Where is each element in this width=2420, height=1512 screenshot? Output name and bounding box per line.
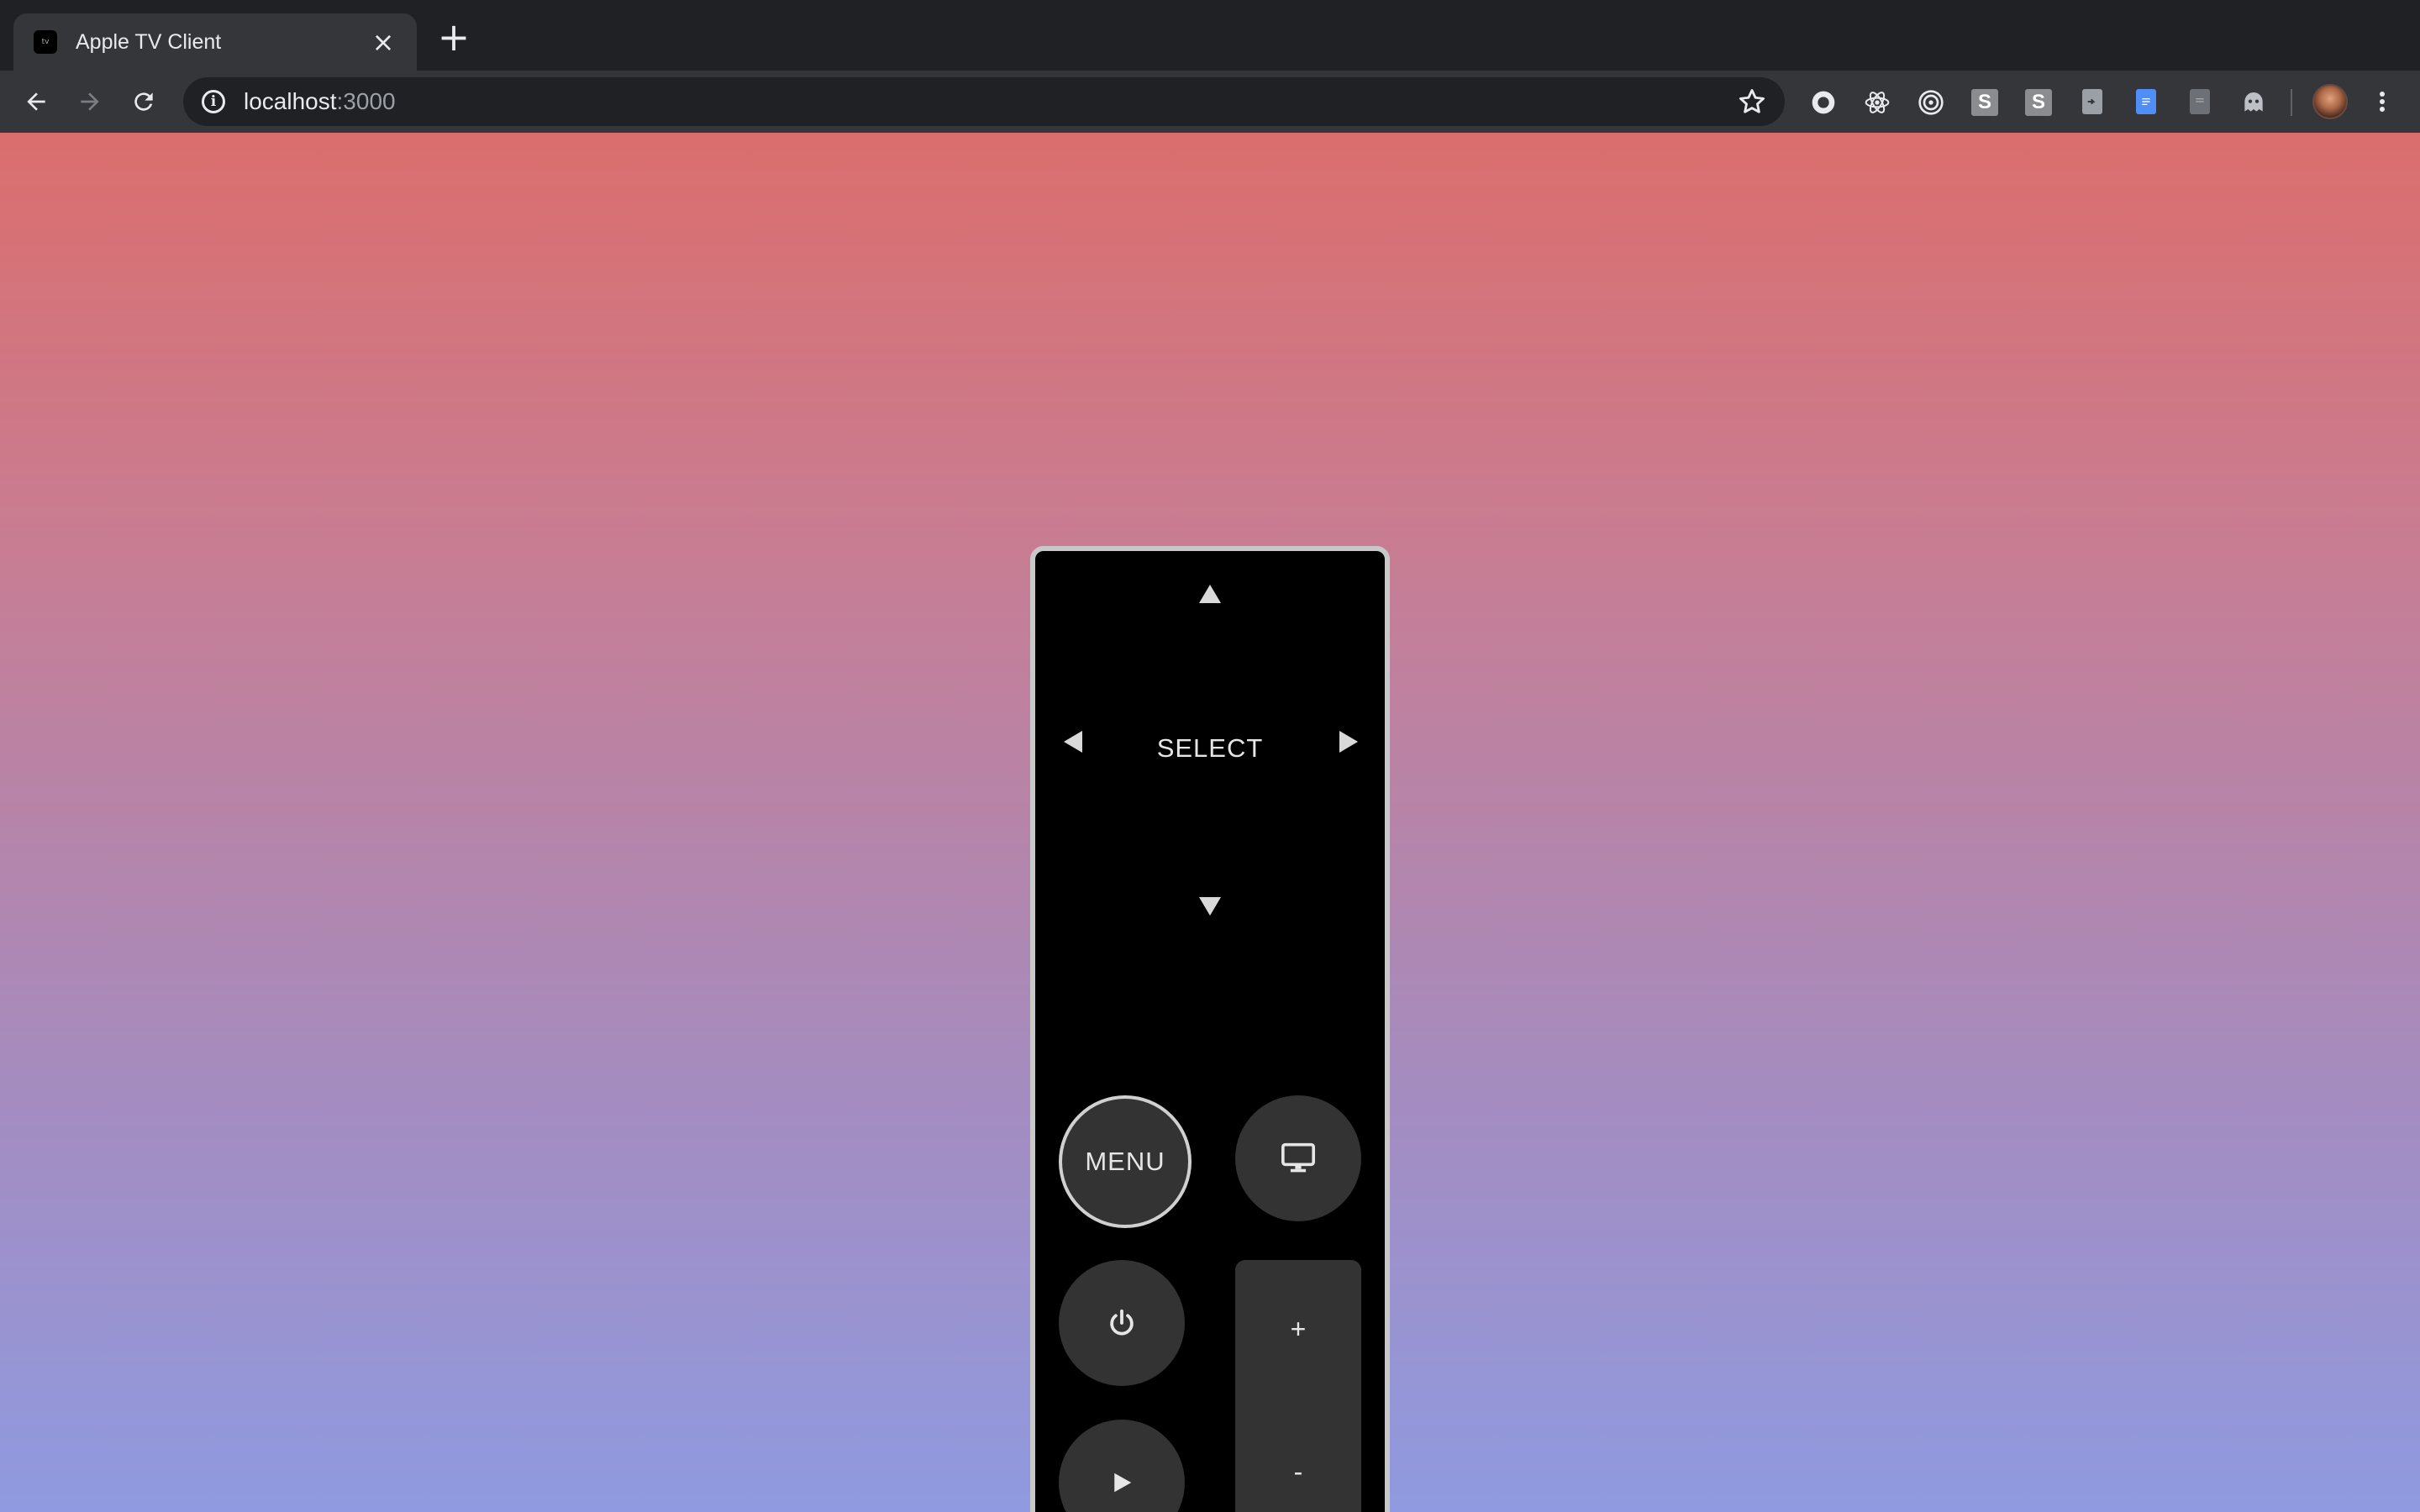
apple-tv-remote: SELECT MENU + - [1030, 546, 1390, 1512]
google-doc-icon[interactable] [2136, 89, 2156, 114]
back-button[interactable] [15, 81, 57, 123]
tv-button[interactable] [1235, 1095, 1361, 1221]
address-url: localhost:3000 [244, 88, 396, 115]
toolbar-separator [2291, 89, 2292, 116]
tab-apple-tv-client[interactable]: tv Apple TV Client × [13, 13, 417, 71]
document-icon[interactable] [2082, 89, 2102, 114]
power-icon [1110, 1309, 1134, 1336]
page-viewport: SELECT MENU + - [0, 133, 2420, 1512]
arrow-up-icon[interactable] [1199, 585, 1221, 603]
address-bar[interactable]: i localhost:3000 [183, 77, 1785, 126]
play-icon [1114, 1473, 1132, 1493]
extension-circle-icon[interactable] [1810, 89, 1837, 116]
extension-s-icon[interactable]: S [1971, 89, 1998, 116]
more-menu-icon[interactable] [2368, 87, 2396, 116]
browser-chrome: tv Apple TV Client × + i localhost:3000 [0, 0, 2420, 133]
address-port: :3000 [336, 88, 396, 114]
arrow-left-icon[interactable] [1064, 731, 1082, 753]
tab-strip: tv Apple TV Client × + [0, 0, 2420, 71]
volume-up-button[interactable]: + [1235, 1295, 1361, 1362]
target-icon[interactable] [1918, 89, 1944, 116]
tv-icon [1281, 1142, 1315, 1173]
arrow-right-icon[interactable] [1339, 731, 1358, 753]
volume-rocker: + - [1235, 1260, 1361, 1512]
play-button[interactable] [1059, 1420, 1185, 1512]
arrow-back-icon [27, 92, 45, 111]
reload-icon [134, 92, 153, 111]
volume-down-button[interactable]: - [1235, 1438, 1361, 1505]
menu-button[interactable]: MENU [1059, 1095, 1192, 1228]
select-button[interactable]: SELECT [1119, 719, 1301, 778]
power-button[interactable] [1059, 1260, 1185, 1386]
arrow-down-icon[interactable] [1199, 897, 1221, 916]
profile-avatar[interactable] [2312, 84, 2348, 119]
tab-title: Apple TV Client [76, 29, 222, 54]
arrow-forward-icon [81, 92, 99, 111]
browser-toolbar: i localhost:3000 S S [0, 71, 2420, 133]
extension-s-icon[interactable]: S [2025, 89, 2052, 116]
apple-tv-icon: tv [34, 30, 57, 54]
close-icon[interactable]: × [370, 29, 397, 55]
address-host: localhost [244, 88, 337, 114]
ghost-icon[interactable] [2240, 89, 2267, 116]
react-devtools-icon[interactable] [1864, 89, 1891, 116]
document-gray-icon[interactable] [2190, 89, 2210, 114]
info-icon[interactable]: i [202, 90, 225, 113]
reload-button[interactable] [123, 81, 165, 123]
new-tab-button[interactable]: + [435, 18, 472, 56]
bookmark-star-icon[interactable] [1736, 86, 1768, 118]
forward-button[interactable] [69, 81, 111, 123]
